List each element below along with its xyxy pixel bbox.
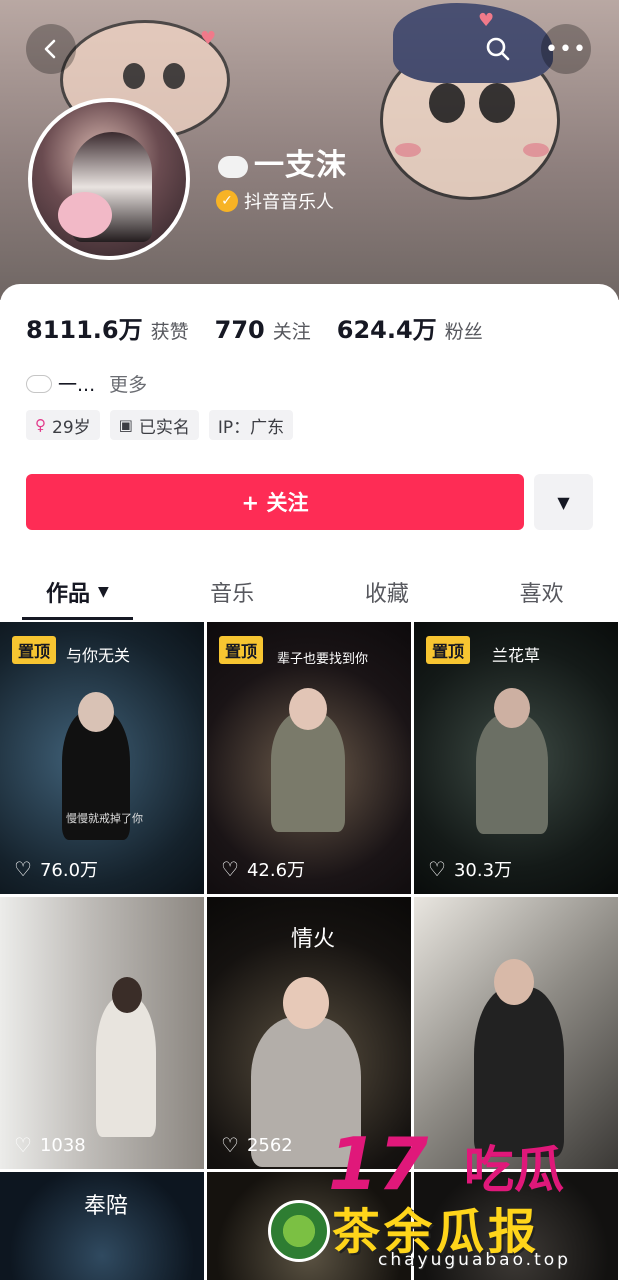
heart-outline-icon: ♡ [221,1133,239,1157]
heart-doodle-icon: ♥ [200,28,217,49]
stat-followers[interactable]: 624.4万 粉丝 [337,310,483,345]
video-title: 奉陪 [84,1194,129,1219]
video-title: 与你无关 [66,646,131,665]
cartoon-eye [429,83,465,123]
tag-text: 已实名 [138,417,190,438]
stats-row: 8111.6万 获赞 770 关注 624.4万 粉丝 [26,310,509,345]
stat-label: 粉丝 [444,321,483,343]
thumbnail-face [78,692,114,732]
avatar[interactable] [28,98,190,260]
stat-following[interactable]: 770 关注 [215,316,311,344]
thumbnail-face [494,959,534,1005]
pinned-badge: 置顶 [426,636,471,664]
watermelon-icon [268,1200,330,1262]
chevron-left-icon [44,39,56,59]
heart-outline-icon: ♡ [14,1133,32,1157]
cloud-emoji-icon [26,374,52,393]
heart-outline-icon: ♡ [221,857,239,881]
banner-cartoon-right [380,3,560,200]
video-thumbnail[interactable]: 置顶 兰花草 ♡ 30.3万 [414,622,618,894]
likes-count: 42.6万 [246,860,306,881]
verified-check-icon: ✓ [216,190,238,212]
tab-label: 作品 [45,582,90,607]
verified-label: 抖音音乐人 [244,192,334,213]
recommend-dropdown-button[interactable]: ▼ [534,474,593,530]
thumbnail-face [289,688,327,730]
content-tabs: 作品 ▼ 音乐 收藏 喜欢 [0,564,619,620]
tab-label: 收藏 [364,582,409,607]
video-subtitle: 慢慢就戒掉了你 [66,812,143,825]
video-likes: ♡ 30.3万 [428,856,512,882]
avatar-cat [58,192,112,238]
stat-value: 770 [214,316,265,344]
tag-text: 29岁 [52,417,91,438]
cartoon-cheek [395,143,421,157]
cloud-emoji-icon [218,155,248,178]
profile-banner: ♥ ♥ ••• 一支沫 ✓ 抖音音乐人 [0,0,619,300]
thumbnail-face [112,977,142,1013]
tag-ip-location: IP：广东 [208,410,294,440]
caret-down-icon: ▼ [557,492,570,512]
thumbnail-person [476,714,548,834]
likes-count: 1038 [39,1134,86,1156]
video-thumbnail[interactable]: ♡ 1038 [0,897,204,1169]
cartoon-eye [479,83,515,123]
cartoon-cheek [523,143,549,157]
thumbnail-person [271,712,345,832]
cartoon-eye [123,63,145,89]
video-thumbnail[interactable]: 置顶 与你无关 慢慢就戒掉了你 ♡ 76.0万 [0,622,204,894]
thumbnail-face [283,977,329,1029]
profile-name: 一支沫 [218,140,347,184]
tab-label: 音乐 [210,582,255,607]
bio-text: 一... [58,374,96,396]
heart-outline-icon: ♡ [428,857,446,881]
more-button[interactable]: ••• [541,24,591,74]
search-icon [486,37,510,61]
follow-button[interactable]: + 关注 [26,474,524,530]
watermark: 17 吃瓜 茶余瓜报 chayuguabao.top [268,1122,608,1272]
search-button[interactable] [473,24,523,74]
bio-more-link[interactable]: 更多 [109,370,147,397]
watermark-url: chayuguabao.top [378,1250,571,1270]
video-title: 兰花草 [492,646,541,665]
video-title: 辈子也要找到你 [277,652,369,667]
thumbnail-person [96,997,156,1137]
profile-tags: ♀ 29岁 ▣ 已实名 IP：广东 [26,410,303,440]
verified-badge[interactable]: ✓ 抖音音乐人 [216,188,334,214]
tab-label: 喜欢 [519,582,564,607]
video-likes: ♡ 42.6万 [221,856,305,882]
likes-count: 76.0万 [39,860,99,881]
thumbnail-face [494,688,530,728]
stat-likes[interactable]: 8111.6万 获赞 [26,310,189,345]
stat-value: 8111.6万 [26,316,143,344]
caret-down-icon: ▼ [97,584,109,600]
tab-favorites[interactable]: 收藏 [310,564,465,620]
tag-verified-identity: ▣ 已实名 [109,410,199,440]
tab-works[interactable]: 作品 ▼ [0,564,155,620]
profile-name-text: 一支沫 [254,148,347,183]
pinned-badge: 置顶 [219,636,264,664]
id-card-icon: ▣ [118,416,133,434]
more-dots-icon: ••• [545,36,587,62]
video-likes: ♡ 76.0万 [14,856,98,882]
cartoon-eye [163,63,185,89]
heart-outline-icon: ♡ [14,857,32,881]
video-thumbnail[interactable]: 奉陪 [0,1172,204,1280]
video-likes: ♡ 1038 [14,1133,86,1157]
female-icon: ♀ [35,416,46,434]
back-button[interactable] [26,24,76,74]
tab-liked[interactable]: 喜欢 [464,564,619,620]
tag-text: IP：广东 [217,417,285,438]
stat-label: 获赞 [150,321,189,343]
stat-label: 关注 [272,321,311,343]
likes-count: 30.3万 [453,860,513,881]
tab-music[interactable]: 音乐 [155,564,310,620]
stat-value: 624.4万 [336,316,437,344]
video-title: 情火 [291,927,336,952]
video-thumbnail[interactable]: 置顶 辈子也要找到你 ♡ 42.6万 [207,622,411,894]
tag-age: ♀ 29岁 [26,410,100,440]
pinned-badge: 置顶 [12,636,57,664]
bio: 一... 更多 [26,370,147,397]
